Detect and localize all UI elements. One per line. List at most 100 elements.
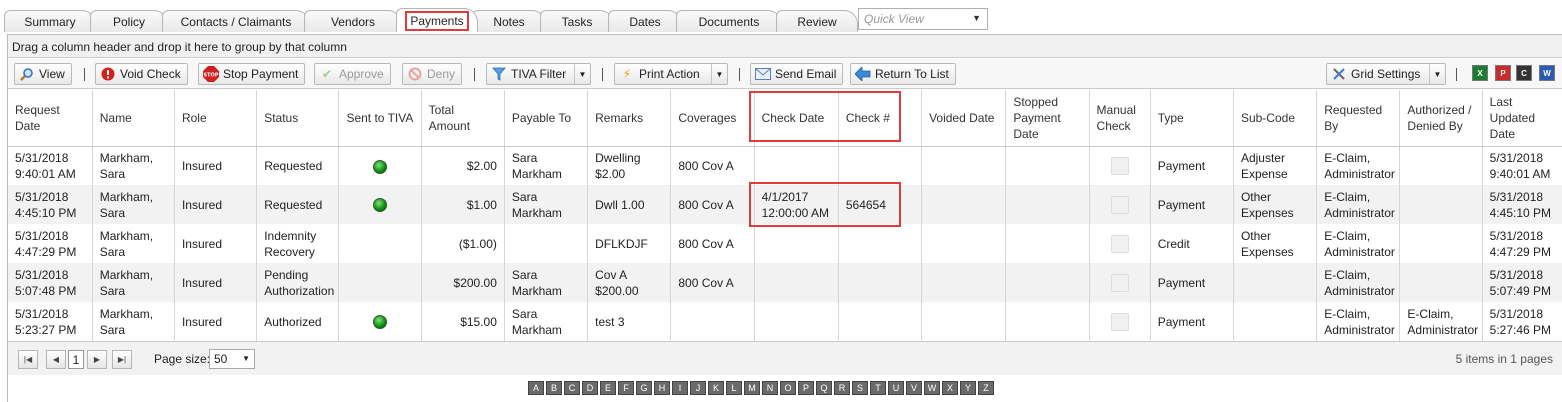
column-header[interactable]: Sent to TIVA: [338, 90, 422, 147]
tab-summary[interactable]: Summary: [4, 10, 96, 32]
payable-to-cell: Sara Markham: [504, 302, 589, 341]
alpha-filter-o[interactable]: O: [780, 381, 796, 395]
alpha-filter-s[interactable]: S: [852, 381, 868, 395]
column-header[interactable]: Coverages: [670, 90, 755, 147]
alpha-filter-k[interactable]: K: [708, 381, 724, 395]
column-header[interactable]: Authorized / Denied By: [1399, 90, 1483, 147]
stop-payment-label: Stop Payment: [223, 67, 299, 81]
status-cell: Authorized: [256, 302, 340, 341]
tab-label: Tasks: [561, 14, 593, 29]
alpha-filter-b[interactable]: B: [546, 381, 562, 395]
tab-review[interactable]: Review: [776, 10, 858, 32]
first-page-button[interactable]: |◀: [18, 350, 38, 369]
column-header[interactable]: Type: [1150, 90, 1234, 147]
alpha-filter-u[interactable]: U: [888, 381, 904, 395]
column-header[interactable]: Request Date: [8, 90, 93, 147]
chevron-down-icon[interactable]: ▼: [574, 64, 590, 84]
alpha-filter-x[interactable]: X: [942, 381, 958, 395]
alpha-filter-j[interactable]: J: [690, 381, 706, 395]
grid-toolbar: View Void Check STOP Stop Payment ✔ Appro…: [8, 59, 1562, 89]
export-excel-icon[interactable]: X: [1472, 65, 1488, 81]
approve-button[interactable]: ✔ Approve: [314, 63, 391, 85]
authorized-by-cell: [1399, 224, 1483, 263]
alpha-filter-i[interactable]: I: [672, 381, 688, 395]
stop-payment-button[interactable]: STOP Stop Payment: [198, 63, 306, 85]
prev-page-button[interactable]: ◀: [46, 350, 66, 369]
name-cell: Markham, Sara: [92, 185, 175, 224]
column-header[interactable]: Manual Check: [1089, 90, 1151, 147]
page-size-select[interactable]: 50 ▼: [209, 349, 255, 369]
column-header[interactable]: Requested By: [1316, 90, 1401, 147]
group-by-panel[interactable]: Drag a column header and drop it here to…: [8, 35, 1562, 58]
sent-to-tiva-cell: [338, 263, 422, 302]
return-to-list-button[interactable]: Return To List: [850, 63, 956, 85]
alpha-filter-a[interactable]: A: [528, 381, 544, 395]
table-row[interactable]: 5/31/2018 4:47:29 PM Markham, Sara Insured…: [8, 224, 1562, 263]
alpha-filter-d[interactable]: D: [582, 381, 598, 395]
view-button[interactable]: View: [14, 63, 72, 85]
deny-label: Deny: [427, 67, 456, 81]
column-header[interactable]: Payable To: [504, 90, 589, 147]
column-header[interactable]: Remarks: [587, 90, 672, 147]
column-header[interactable]: Voided Date: [921, 90, 1007, 147]
page-number-1[interactable]: 1: [68, 350, 84, 369]
alpha-filter-n[interactable]: N: [762, 381, 778, 395]
void-check-button[interactable]: Void Check: [95, 63, 188, 85]
alpha-filter-g[interactable]: G: [636, 381, 652, 395]
column-header[interactable]: Total Amount: [421, 90, 505, 147]
alpha-filter-m[interactable]: M: [744, 381, 760, 395]
table-row[interactable]: 5/31/2018 5:23:27 PM Markham, Sara Insured…: [8, 302, 1562, 341]
alpha-filter-z[interactable]: Z: [978, 381, 994, 395]
alpha-filter-v[interactable]: V: [906, 381, 922, 395]
grid-settings-button[interactable]: Grid Settings ▼: [1326, 63, 1446, 85]
tab-payments[interactable]: Payments: [396, 8, 478, 32]
requested-by-cell: E-Claim, Administrator: [1316, 185, 1401, 224]
tab-contacts-claimants[interactable]: Contacts / Claimants: [162, 10, 310, 32]
table-row[interactable]: 5/31/2018 5:07:48 PM Markham, Sara Insured…: [8, 263, 1562, 302]
table-row[interactable]: 5/31/2018 9:40:01 AM Markham, Sara Insured…: [8, 146, 1562, 185]
tiva-filter-button[interactable]: TIVA Filter ▼: [486, 63, 591, 85]
alpha-filter-y[interactable]: Y: [960, 381, 976, 395]
last-page-button[interactable]: ▶|: [112, 350, 132, 369]
export-pdf-icon[interactable]: P: [1495, 65, 1511, 81]
chevron-down-icon[interactable]: ▼: [1429, 64, 1445, 84]
column-header[interactable]: Stopped Payment Date: [1005, 90, 1090, 147]
column-header[interactable]: Sub-Code: [1233, 90, 1318, 147]
tab-notes[interactable]: Notes: [472, 10, 546, 32]
print-action-button[interactable]: ⚡ Print Action ▼: [614, 63, 728, 85]
alpha-filter-e[interactable]: E: [600, 381, 616, 395]
export-csv-icon[interactable]: C: [1516, 65, 1532, 81]
alpha-filter-p[interactable]: P: [798, 381, 814, 395]
column-header[interactable]: Last Updated Date: [1482, 90, 1562, 147]
column-header[interactable]: Check Date: [754, 90, 839, 147]
tab-tasks[interactable]: Tasks: [540, 10, 614, 32]
alpha-filter-q[interactable]: Q: [816, 381, 832, 395]
column-header[interactable]: Status: [256, 90, 340, 147]
table-row[interactable]: 5/31/2018 4:45:10 PM Markham, Sara Insured…: [8, 185, 1562, 224]
alpha-filter-l[interactable]: L: [726, 381, 742, 395]
deny-button[interactable]: Deny: [402, 63, 463, 85]
alpha-filter-f[interactable]: F: [618, 381, 634, 395]
export-word-icon[interactable]: W: [1539, 65, 1555, 81]
alpha-filter-w[interactable]: W: [924, 381, 940, 395]
sent-to-tiva-cell: [338, 224, 422, 263]
tab-documents[interactable]: Documents: [676, 10, 782, 32]
pager-info: 5 items in 1 pages: [1455, 352, 1553, 366]
next-page-button[interactable]: ▶: [87, 350, 107, 369]
alpha-filter-h[interactable]: H: [654, 381, 670, 395]
column-header[interactable]: Role: [174, 90, 258, 147]
quick-view-select[interactable]: Quick View ▼: [858, 8, 988, 30]
alpha-filter-c[interactable]: C: [564, 381, 580, 395]
toolbar-divider: [602, 68, 603, 81]
tab-dates[interactable]: Dates: [608, 10, 682, 32]
tab-vendors[interactable]: Vendors: [304, 10, 402, 32]
role-cell: Insured: [174, 146, 258, 185]
column-header[interactable]: Name: [92, 90, 175, 147]
alpha-filter-r[interactable]: R: [834, 381, 850, 395]
alpha-filter-t[interactable]: T: [870, 381, 886, 395]
tab-policy[interactable]: Policy: [90, 10, 168, 32]
requested-by-cell: E-Claim, Administrator: [1316, 224, 1401, 263]
send-email-button[interactable]: Send Email: [750, 63, 844, 85]
column-header[interactable]: Check #: [838, 90, 923, 147]
chevron-down-icon[interactable]: ▼: [711, 64, 727, 84]
